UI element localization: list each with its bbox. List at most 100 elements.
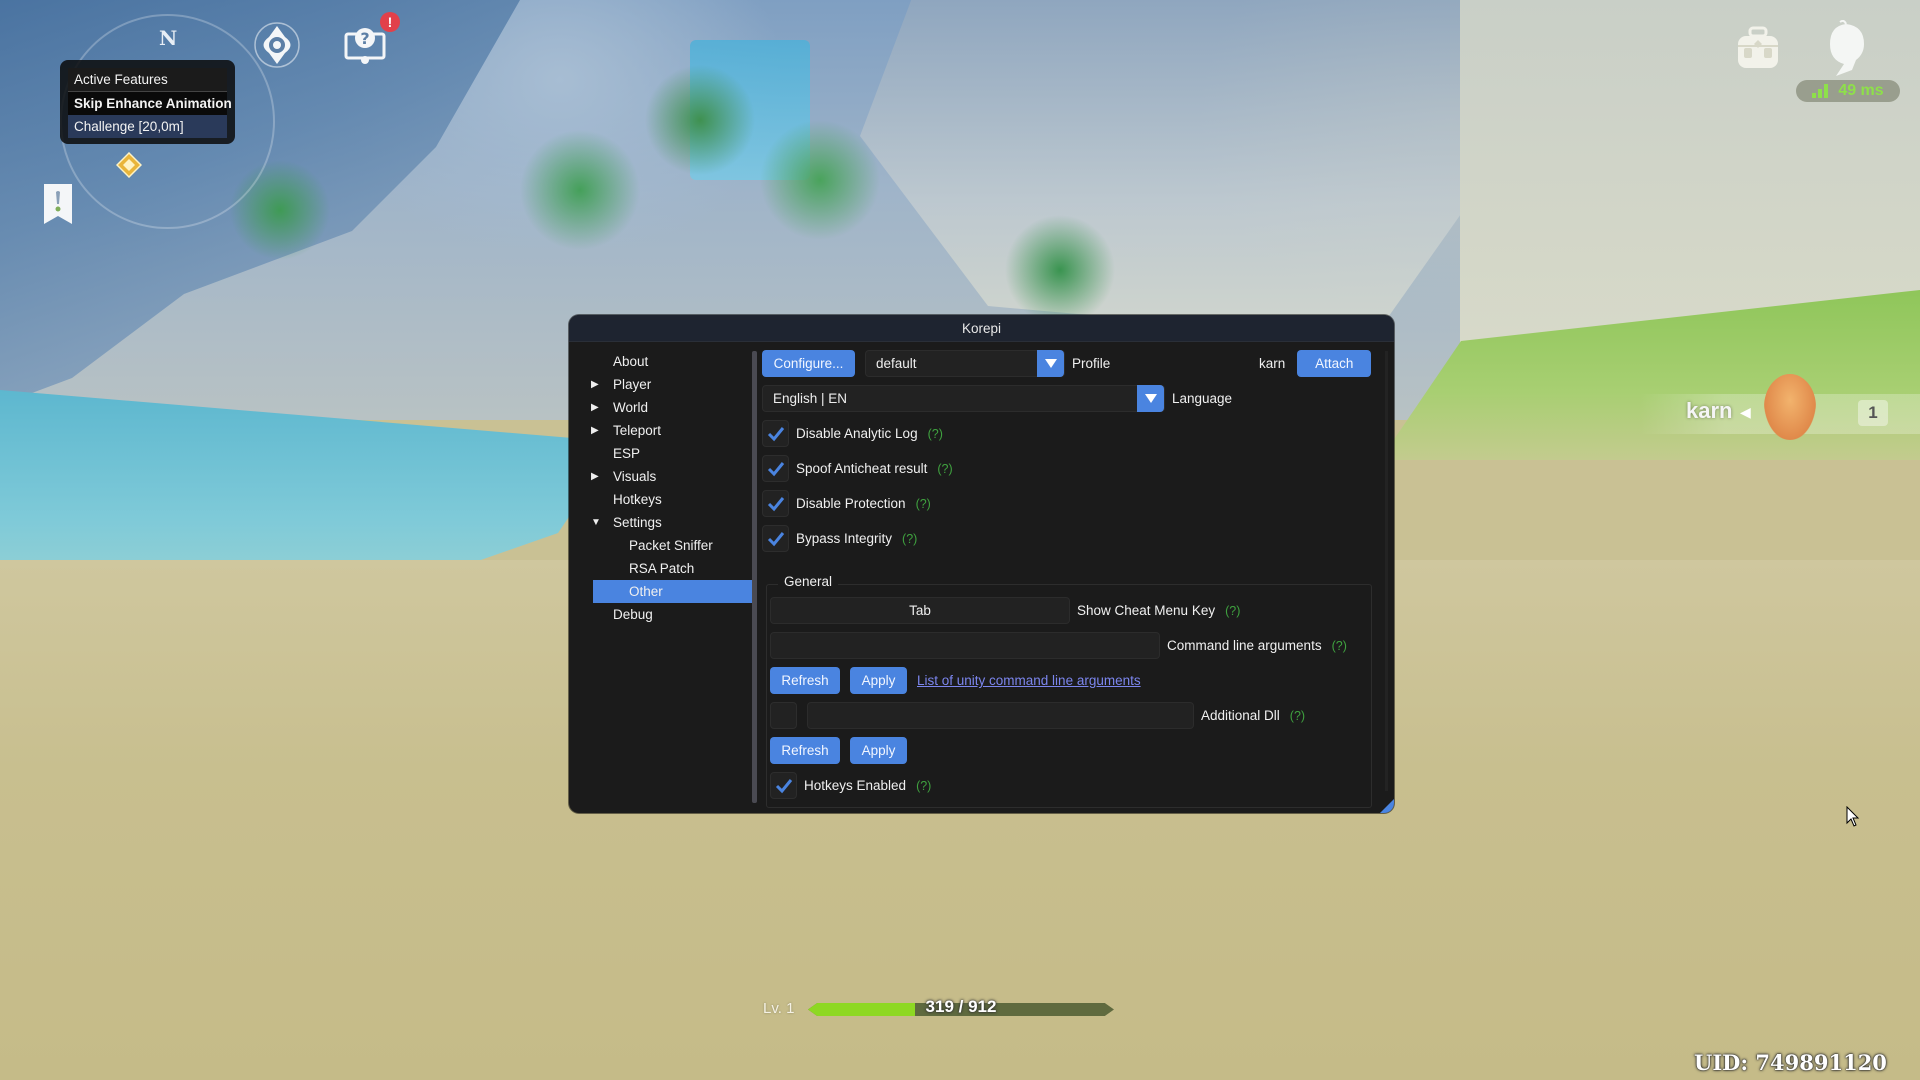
dll-apply-button[interactable]: Apply (850, 737, 907, 764)
additional-dll-checkbox[interactable] (770, 702, 797, 729)
player-uid: UID: 749891120 (1694, 1050, 1887, 1075)
xp-progress-text: 319 / 912 (925, 997, 997, 1016)
help-tooltip-marker[interactable]: (?) (1225, 604, 1240, 618)
help-tooltip-marker[interactable]: (?) (902, 532, 917, 546)
collapsed-arrow-icon[interactable]: ▶ (591, 425, 599, 436)
spoof-anticheat-checkbox[interactable] (762, 455, 789, 482)
collapsed-arrow-icon[interactable]: ▶ (591, 402, 599, 413)
active-features-panel: Active Features Skip Enhance Animation C… (60, 60, 235, 144)
korepi-window: Korepi About ▶ Player ▶ World ▶ Teleport ESP ▶ Vi… (569, 315, 1394, 813)
checkbox-row-bypass-integrity: Bypass Integrity (?) (762, 525, 917, 552)
profile-user: karn (1259, 356, 1286, 371)
general-group-title: General (778, 574, 839, 589)
checkbox-label: Disable Protection (796, 496, 906, 511)
sidebar-item-player[interactable]: ▶ Player (569, 373, 753, 396)
ping-indicator: 49 ms (1796, 80, 1900, 102)
settings-other-panel: Configure... default Profile karn Attach… (762, 342, 1394, 813)
bypass-integrity-checkbox[interactable] (762, 525, 789, 552)
help-tooltip-marker[interactable]: (?) (1290, 709, 1305, 723)
party-member-name: karn (1686, 398, 1733, 423)
additional-dll-row: Additional Dll (?) (770, 702, 1305, 729)
sidebar-item-esp[interactable]: ESP (569, 442, 753, 465)
show-cheat-menu-key-input[interactable]: Tab (770, 597, 1070, 624)
help-tooltip-marker[interactable]: (?) (937, 462, 952, 476)
waypoint-marker-icon (116, 152, 142, 178)
active-member-arrow-icon: ◀ (1740, 404, 1751, 420)
sidebar-item-teleport[interactable]: ▶ Teleport (569, 419, 753, 442)
language-select-value: English | EN (773, 391, 848, 406)
sidebar-item-settings[interactable]: ▼ Settings (569, 511, 753, 534)
active-feature-item: Skip Enhance Animation (68, 92, 232, 115)
signal-strength-icon (1812, 84, 1829, 98)
attach-row: karn Attach (1252, 350, 1372, 377)
disable-analytic-log-checkbox[interactable] (762, 420, 789, 447)
unity-cmd-args-link[interactable]: List of unity command line arguments (917, 673, 1141, 688)
profile-select-value: default (876, 356, 917, 371)
help-tooltip-marker[interactable]: (?) (916, 497, 931, 511)
window-titlebar[interactable]: Korepi (569, 315, 1394, 342)
help-tooltip-marker[interactable]: (?) (928, 427, 943, 441)
hotkeys-enabled-label: Hotkeys Enabled (804, 778, 907, 793)
sidebar-scrollbar[interactable] (752, 351, 757, 803)
profile-label: Profile (1072, 356, 1111, 371)
hotkeys-enabled-checkbox[interactable] (770, 772, 797, 799)
quest-banner-icon[interactable] (40, 182, 76, 226)
svg-text:?: ? (360, 29, 369, 48)
attach-button[interactable]: Attach (1297, 350, 1372, 377)
collapsed-arrow-icon[interactable]: ▶ (591, 379, 599, 390)
sidebar-item-visuals[interactable]: ▶ Visuals (569, 465, 753, 488)
sidebar-item-rsa-patch[interactable]: RSA Patch (569, 557, 753, 580)
dropdown-arrow-icon[interactable] (1037, 350, 1064, 377)
checkbox-label: Spoof Anticheat result (796, 461, 928, 476)
mouse-cursor-icon (1846, 806, 1860, 827)
dropdown-arrow-icon[interactable] (1137, 385, 1164, 412)
sidebar-item-other[interactable]: Other (593, 580, 753, 603)
window-title: Korepi (961, 320, 1002, 336)
sidebar-item-debug[interactable]: Debug (569, 603, 753, 626)
checkbox-label: Disable Analytic Log (796, 426, 918, 441)
menu-key-row: Tab Show Cheat Menu Key (?) (770, 597, 1240, 624)
command-line-arguments-input[interactable] (770, 632, 1160, 659)
language-select[interactable]: English | EN (762, 385, 1165, 412)
checkbox-row-analytic-log: Disable Analytic Log (?) (762, 420, 943, 447)
elemental-sight-icon[interactable] (252, 20, 302, 70)
additional-dll-label: Additional Dll (1201, 708, 1280, 723)
level-label: Lv. 1 (763, 1000, 795, 1017)
configure-button[interactable]: Configure... (762, 350, 855, 377)
language-label: Language (1172, 391, 1233, 406)
sidebar-item-label: Other (629, 584, 663, 599)
sidebar-item-about[interactable]: About (569, 350, 753, 373)
sidebar-item-label: Debug (613, 607, 653, 622)
profile-row: Configure... default Profile (762, 350, 1110, 377)
expanded-arrow-icon[interactable]: ▼ (591, 517, 601, 528)
content-scrollbar[interactable] (1385, 351, 1388, 791)
sidebar-item-label: Settings (613, 515, 662, 530)
hotkeys-enabled-row: Hotkeys Enabled (?) (770, 772, 931, 799)
cmd-args-row: Command line arguments (?) (770, 632, 1347, 659)
menu-key-label: Show Cheat Menu Key (1077, 603, 1216, 618)
sidebar-item-packet-sniffer[interactable]: Packet Sniffer (569, 534, 753, 557)
cmd-refresh-button[interactable]: Refresh (770, 667, 840, 694)
checkmark-icon (767, 426, 784, 441)
inventory-bag-icon[interactable] (1732, 22, 1784, 74)
collapsed-arrow-icon[interactable]: ▶ (591, 471, 599, 482)
cmd-apply-button[interactable]: Apply (850, 667, 907, 694)
quest-alert-badge: ! (380, 12, 400, 32)
checkbox-row-disable-protection: Disable Protection (?) (762, 490, 931, 517)
help-tooltip-marker[interactable]: (?) (916, 779, 931, 793)
paimon-menu-icon[interactable] (1822, 20, 1870, 78)
ping-value: 49 ms (1838, 82, 1884, 99)
dll-refresh-button[interactable]: Refresh (770, 737, 840, 764)
cmd-args-actions: Refresh Apply List of unity command line… (770, 667, 1141, 694)
sidebar-item-label: Packet Sniffer (629, 538, 713, 553)
sidebar-nav: About ▶ Player ▶ World ▶ Teleport ESP ▶ Visuals Ho… (569, 342, 753, 813)
active-feature-item: Challenge [20,0m] (68, 115, 227, 138)
help-tooltip-marker[interactable]: (?) (1332, 639, 1347, 653)
trees (160, 60, 1160, 320)
additional-dll-input[interactable] (807, 702, 1194, 729)
sidebar-item-world[interactable]: ▶ World (569, 396, 753, 419)
menu-key-value: Tab (909, 603, 931, 618)
disable-protection-checkbox[interactable] (762, 490, 789, 517)
profile-select[interactable]: default (865, 350, 1065, 377)
sidebar-item-hotkeys[interactable]: Hotkeys (569, 488, 753, 511)
